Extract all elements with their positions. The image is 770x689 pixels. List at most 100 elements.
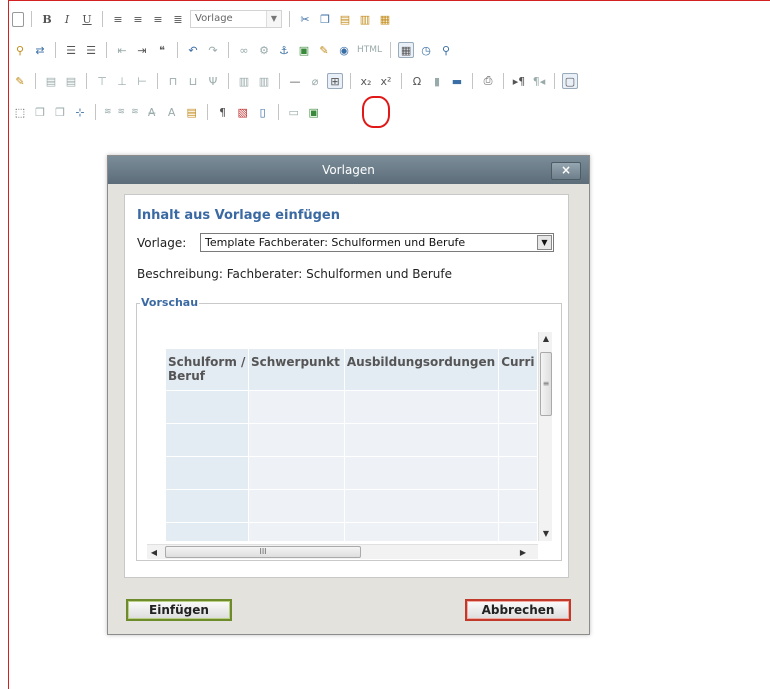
table-cell[interactable] [248, 456, 345, 490]
paste-format-icon[interactable]: ❐ [52, 104, 68, 120]
table-cell[interactable] [343, 423, 500, 457]
align-right-icon[interactable]: ≡ [150, 11, 166, 27]
table-cell[interactable] [248, 423, 345, 457]
templates-icon[interactable]: ▯ [255, 104, 271, 120]
copy-icon[interactable]: ❐ [317, 11, 333, 27]
table-cell[interactable] [343, 522, 500, 541]
chevron-down-icon[interactable]: ▼ [266, 11, 281, 27]
scroll-right-icon[interactable]: ▶ [516, 545, 530, 559]
insert-time-icon[interactable]: ◷ [418, 42, 434, 58]
template-select[interactable]: Template Fachberater: Schulformen und Be… [200, 233, 554, 252]
vertical-scroll-thumb[interactable]: ≡ [540, 352, 552, 416]
crop-icon[interactable]: ⊹ [72, 104, 88, 120]
scroll-down-icon[interactable]: ▼ [539, 527, 552, 541]
maximize-icon[interactable]: ▢ [562, 73, 578, 89]
table-cell[interactable] [498, 423, 538, 457]
indent-icon[interactable]: ⇥ [134, 42, 150, 58]
unlink-icon[interactable]: ⚙ [256, 42, 272, 58]
preview-icon[interactable]: ⚲ [438, 42, 454, 58]
redo-icon[interactable]: ↷ [205, 42, 221, 58]
table-cell[interactable] [248, 489, 345, 523]
table-cell[interactable] [343, 489, 500, 523]
insert-row-before-icon[interactable]: ⊤ [94, 73, 110, 89]
page-break-icon[interactable]: ▮ [429, 73, 445, 89]
underline-icon[interactable]: U [79, 11, 95, 27]
table-cell[interactable] [165, 423, 249, 457]
insert-date-icon[interactable]: ▦ [398, 42, 415, 58]
select-all-icon[interactable]: ⬚ [12, 104, 28, 120]
new-page-icon[interactable] [12, 11, 24, 27]
table-icon[interactable]: ⊞ [327, 73, 343, 89]
image-icon[interactable]: ▣ [296, 42, 312, 58]
anchor-icon[interactable]: ⚓ [276, 42, 292, 58]
horizontal-scrollbar[interactable]: ◀ III ▶ [147, 544, 538, 559]
scroll-left-icon[interactable]: ◀ [147, 545, 161, 559]
acronym-icon[interactable]: ≋ [117, 104, 127, 120]
horizontal-rule-icon[interactable]: — [287, 73, 303, 89]
paste-text-icon[interactable]: ▥ [357, 11, 373, 27]
eraser-icon[interactable]: ⌀ [307, 73, 323, 89]
copy-format-icon[interactable]: ❐ [32, 104, 48, 120]
link-icon[interactable]: ∞ [236, 42, 252, 58]
subscript-icon[interactable]: x₂ [358, 73, 374, 89]
align-justify-icon[interactable]: ≣ [170, 11, 186, 27]
blockquote-icon[interactable]: ❝ [154, 42, 170, 58]
strikethrough-icon[interactable]: A̶ [144, 104, 160, 120]
help-icon[interactable]: ◉ [336, 42, 352, 58]
italic-icon[interactable]: I [59, 11, 75, 27]
insert-row-after-icon[interactable]: ⊥ [114, 73, 130, 89]
table-cell[interactable] [248, 390, 345, 424]
vertical-scrollbar[interactable]: ▲ ≡ ▼ [538, 332, 552, 541]
table-cell[interactable] [165, 456, 249, 490]
table-cell[interactable] [165, 522, 249, 541]
font-size-icon[interactable]: A [164, 104, 180, 120]
new-document-icon[interactable]: ▣ [306, 104, 322, 120]
cut-icon[interactable]: ✂ [297, 11, 313, 27]
insert-button[interactable]: Einfügen [126, 599, 232, 621]
paste-word-icon[interactable]: ▦ [377, 11, 393, 27]
align-left-icon[interactable]: ≡ [110, 11, 126, 27]
table-cell[interactable] [248, 522, 345, 541]
superscript-icon[interactable]: x² [378, 73, 394, 89]
row-properties-icon[interactable]: ▤ [63, 73, 79, 89]
cell-properties-icon[interactable]: Ψ [205, 73, 221, 89]
delete-column-icon[interactable]: ▥ [256, 73, 272, 89]
spellcheck-icon[interactable]: ▧ [235, 104, 251, 120]
replace-icon[interactable]: ⇄ [32, 42, 48, 58]
cite-icon[interactable]: ≋ [130, 104, 140, 120]
close-button[interactable]: × [551, 162, 581, 180]
align-center-icon[interactable]: ≡ [130, 11, 146, 27]
table-cell[interactable] [165, 390, 249, 424]
iframe-icon[interactable]: ▬ [449, 73, 465, 89]
paste-icon[interactable]: ▤ [337, 11, 353, 27]
table-cell[interactable] [498, 522, 538, 541]
merge-cells-icon[interactable]: ⊓ [165, 73, 181, 89]
show-blocks-icon[interactable]: ¶ [215, 104, 231, 120]
chevron-down-icon[interactable]: ▼ [537, 235, 552, 250]
insert-column-icon[interactable]: ▥ [236, 73, 252, 89]
style-combo[interactable]: Vorlage ▼ [190, 10, 282, 28]
print-icon[interactable]: ⎙ [480, 73, 496, 89]
delete-row-icon[interactable]: ⊢ [134, 73, 150, 89]
scroll-up-icon[interactable]: ▲ [539, 332, 552, 346]
find-icon[interactable]: ⚲ [12, 42, 28, 58]
rtl-icon[interactable]: ¶◂ [531, 73, 547, 89]
outdent-icon[interactable]: ⇤ [114, 42, 130, 58]
edit-table-icon[interactable]: ✎ [12, 73, 28, 89]
save-icon[interactable]: ▭ [286, 104, 302, 120]
bold-icon[interactable]: B [39, 11, 55, 27]
horizontal-scroll-thumb[interactable]: III [165, 546, 361, 558]
dialog-titlebar[interactable]: Vorlagen × [108, 156, 589, 184]
form-icon[interactable]: ▤ [184, 104, 200, 120]
ltr-icon[interactable]: ▸¶ [511, 73, 527, 89]
numbered-list-icon[interactable]: ☰ [63, 42, 79, 58]
table-cell[interactable] [498, 390, 538, 424]
undo-icon[interactable]: ↶ [185, 42, 201, 58]
html-source-icon[interactable]: HTML [356, 42, 383, 58]
bulleted-list-icon[interactable]: ☰ [83, 42, 99, 58]
table-cell[interactable] [343, 390, 500, 424]
special-char-icon[interactable]: Ω [409, 73, 425, 89]
table-cell[interactable] [498, 456, 538, 490]
edit-icon[interactable]: ✎ [316, 42, 332, 58]
cancel-button[interactable]: Abbrechen [465, 599, 571, 621]
